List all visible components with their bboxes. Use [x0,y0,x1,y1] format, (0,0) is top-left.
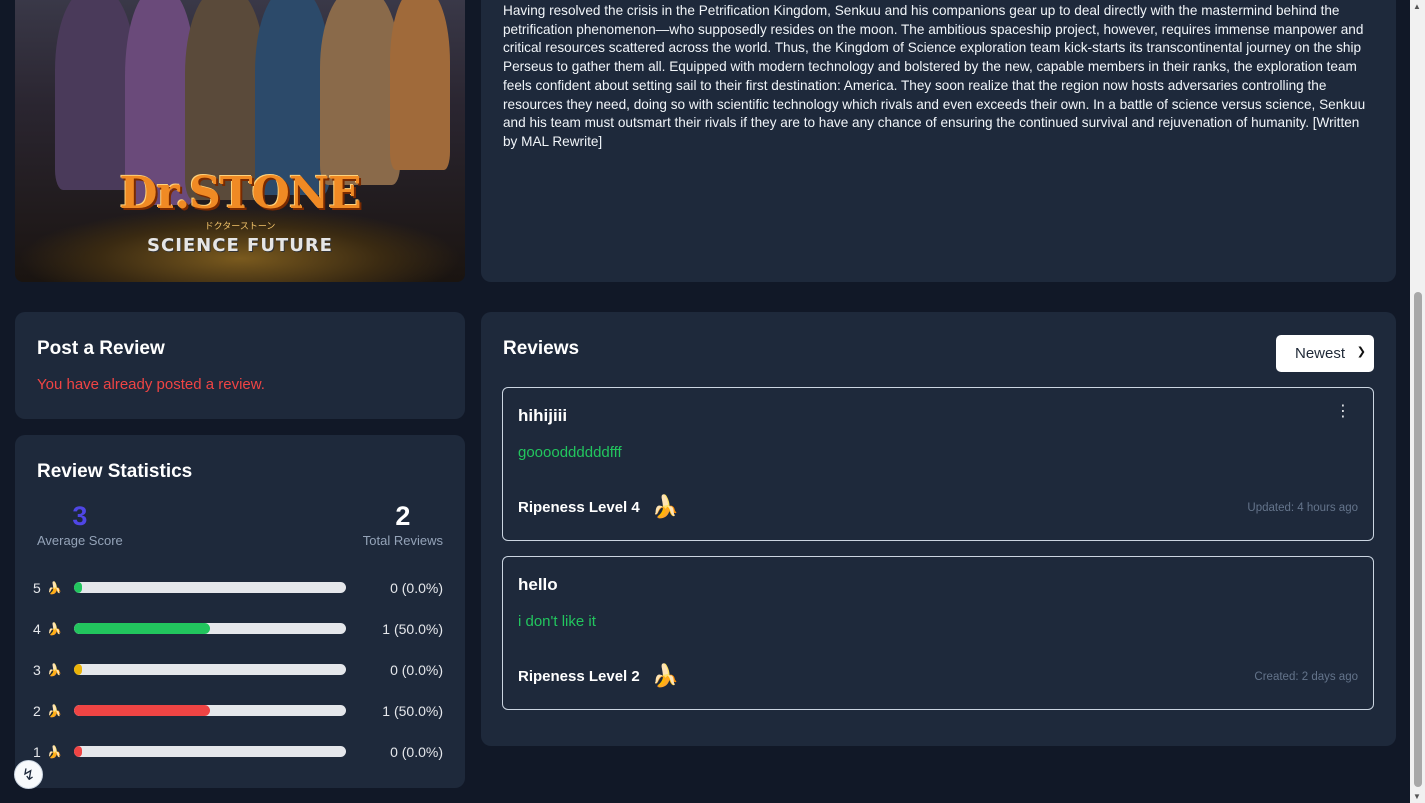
banana-icon: 🍌 [47,663,62,677]
ripeness-bar-track [74,623,346,634]
page-scrollbar[interactable]: ▲ ▼ [1410,0,1425,803]
ripeness-bar-fill [74,664,82,675]
ripeness-count: 0 (0.0%) [390,662,443,678]
ripeness-count: 0 (0.0%) [390,580,443,596]
ripeness-bar-track [74,582,346,593]
post-review-card: Post a Review You have already posted a … [15,312,465,419]
review-username: hello [518,575,558,594]
ripeness-bar-fill [74,746,82,757]
sort-select[interactable]: Newest ❯ [1276,335,1374,372]
poster-logo: Dr.STONE [119,168,361,219]
ripeness-row: 1 🍌 0 (0.0%) [33,741,443,782]
ripeness-row: 3 🍌 0 (0.0%) [33,659,443,700]
banana-icon: 🍌 [651,663,680,688]
ripeness-level-label: 3 [33,662,41,678]
review-item: hihijiii gooooddddddfff Ripeness Level 4… [502,387,1374,541]
review-body: i don't like it [518,613,596,630]
reviews-title: Reviews [503,338,580,359]
review-timestamp: Updated: 4 hours ago [1247,502,1358,514]
synopsis-card: Having resolved the crisis in the Petrif… [481,0,1396,282]
banana-icon: 🍌 [651,494,680,519]
poster-figure [255,0,330,195]
quick-action-button[interactable]: ↯ [14,760,43,789]
synopsis-text: Having resolved the crisis in the Petrif… [503,3,1366,149]
ripeness-bar-fill [74,623,210,634]
review-ripeness-label: Ripeness Level 2 [518,667,640,685]
review-username: hihijiii [518,406,568,425]
review-timestamp: Created: 2 days ago [1254,671,1358,683]
scrollbar-thumb[interactable] [1414,292,1422,787]
ripeness-row: 4 🍌 1 (50.0%) [33,618,443,659]
total-reviews-label: Total Reviews [362,533,443,548]
average-score-value: 3 [72,501,88,531]
average-score-stat: 3 Average Score [37,501,123,548]
total-reviews-stat: 2 Total Reviews [363,501,443,548]
review-statistics-title: Review Statistics [37,461,193,482]
ripeness-level-label: 4 [33,621,41,637]
ripeness-bar-fill [74,582,82,593]
sort-select-value: Newest [1295,345,1346,362]
poster-figure [390,0,450,170]
already-reviewed-message: You have already posted a review. [37,376,265,393]
ripeness-bar-track [74,746,346,757]
banana-icon: 🍌 [47,704,62,718]
banana-icon: 🍌 [47,581,62,595]
ripeness-bar-track [74,705,346,716]
poster-figure [320,0,400,185]
review-ripeness: Ripeness Level 4 🍌 [518,494,679,520]
poster-figure [55,0,135,190]
review-ripeness-label: Ripeness Level 4 [518,498,640,516]
review-item: hello i don't like it Ripeness Level 2 🍌… [502,556,1374,710]
total-reviews-value: 2 [395,501,411,531]
ripeness-level-label: 1 [33,744,41,760]
banana-icon: 🍌 [47,622,62,636]
lightning-icon: ↯ [21,767,36,784]
more-options-icon[interactable]: ⋮ [1335,404,1351,420]
ripeness-count: 1 (50.0%) [382,703,443,719]
ripeness-level-label: 5 [33,580,41,596]
ripeness-bar-track [74,664,346,675]
ripeness-count: 1 (50.0%) [382,621,443,637]
ripeness-count: 0 (0.0%) [390,744,443,760]
banana-icon: 🍌 [47,745,62,759]
ripeness-row: 5 🍌 0 (0.0%) [33,577,443,618]
ripeness-bar-fill [74,705,210,716]
ripeness-distribution: 5 🍌 0 (0.0%) 4 🍌 1 (50.0%) 3 🍌 0 (0.0%) 2 🍌 1 (50.0… [33,577,443,782]
ripeness-row: 2 🍌 1 (50.0%) [33,700,443,741]
scroll-down-icon[interactable]: ▼ [1413,792,1421,801]
review-ripeness: Ripeness Level 2 🍌 [518,663,679,689]
ripeness-level-label: 2 [33,703,41,719]
chevron-down-icon: ❯ [1356,346,1366,358]
scroll-up-icon[interactable]: ▲ [1413,2,1421,11]
anime-poster: Dr.STONE ドクターストーン SCIENCE FUTURE [15,0,465,282]
post-review-title: Post a Review [37,338,165,359]
reviews-card: Reviews Newest ❯ hihijiii gooooddddddfff… [481,312,1396,746]
poster-subtitle: SCIENCE FUTURE [147,235,333,256]
average-score-label: Average Score [37,533,123,548]
review-body: gooooddddddfff [518,444,622,461]
review-statistics-card: Review Statistics 3 Average Score 2 Tota… [15,435,465,788]
poster-japanese-title: ドクターストーン [204,221,276,231]
